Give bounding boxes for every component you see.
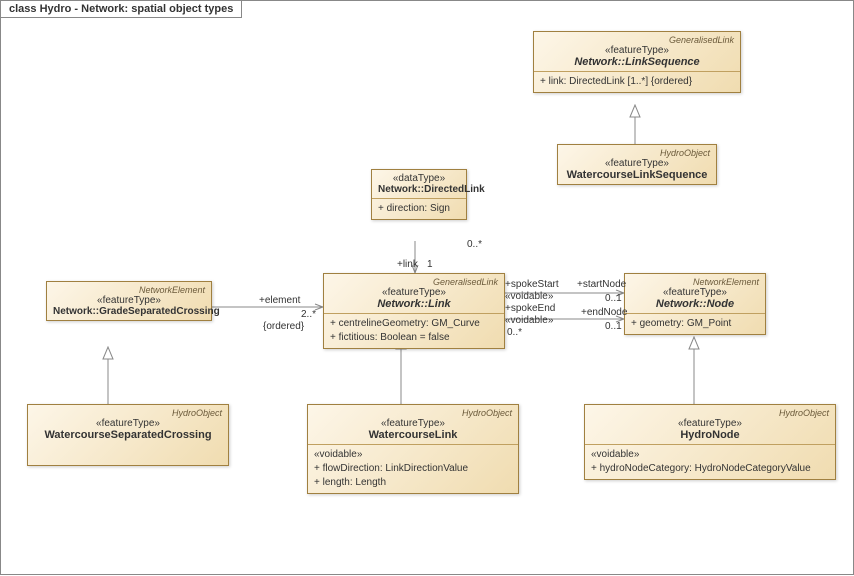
frame-title: class Hydro - Network: spatial object ty… bbox=[1, 1, 242, 18]
role-start-node: +startNode bbox=[577, 279, 626, 290]
name: WatercourseLinkSequence bbox=[564, 169, 710, 181]
role-spoke-start: +spokeStart bbox=[505, 279, 559, 290]
stereo: «dataType» bbox=[378, 173, 460, 184]
tag: NetworkElement bbox=[53, 285, 205, 295]
tag: HydroObject bbox=[314, 408, 512, 418]
class-watercourse-link: HydroObject«featureType»WatercourseLink … bbox=[307, 404, 519, 494]
mult-end: 0..1 bbox=[605, 321, 622, 332]
mult-element: 2..* bbox=[301, 309, 316, 320]
role-link: +link bbox=[397, 259, 418, 270]
class-hydro-node: HydroObject«featureType»HydroNode «voida… bbox=[584, 404, 836, 480]
class-watercourse-link-sequence: HydroObject«featureType»WatercourseLinkS… bbox=[557, 144, 717, 185]
voidable-2: «voidable» bbox=[505, 315, 553, 326]
voidable-1: «voidable» bbox=[505, 291, 553, 302]
tag: HydroObject bbox=[564, 148, 710, 158]
class-network-link: GeneralisedLink«featureType»Network::Lin… bbox=[323, 273, 505, 349]
attr: + direction: Sign bbox=[372, 199, 466, 219]
stereo: «featureType» bbox=[330, 287, 498, 298]
attr: + geometry: GM_Point bbox=[625, 314, 765, 334]
stereo: «featureType» bbox=[540, 45, 734, 56]
class-watercourse-separated-crossing: HydroObject«featureType»WatercourseSepar… bbox=[27, 404, 229, 466]
name: Network::Link bbox=[330, 298, 498, 310]
mult-link-0: 0..* bbox=[467, 239, 482, 250]
constraint-ordered: {ordered} bbox=[263, 321, 304, 332]
class-link-sequence: GeneralisedLink«featureType»Network::Lin… bbox=[533, 31, 741, 93]
tag: NetworkElement bbox=[631, 277, 759, 287]
tag: GeneralisedLink bbox=[540, 35, 734, 45]
role-element: +element bbox=[259, 295, 300, 306]
diagram-canvas: class Hydro - Network: spatial object ty… bbox=[0, 0, 854, 575]
attrs: «voidable»+ flowDirection: LinkDirection… bbox=[308, 445, 518, 493]
name: Network::GradeSeparatedCrossing bbox=[53, 306, 205, 317]
name: HydroNode bbox=[591, 429, 829, 441]
class-grade-separated-crossing: NetworkElement«featureType»Network::Grad… bbox=[46, 281, 212, 321]
name: Network::DirectedLink bbox=[378, 184, 460, 195]
stereo: «featureType» bbox=[34, 418, 222, 429]
role-spoke-end: +spokeEnd bbox=[505, 303, 555, 314]
stereo: «featureType» bbox=[314, 418, 512, 429]
role-end-node: +endNode bbox=[581, 307, 627, 318]
mult-link-1: 1 bbox=[427, 259, 433, 270]
class-network-node: NetworkElement«featureType»Network::Node… bbox=[624, 273, 766, 335]
stereo: «featureType» bbox=[564, 158, 710, 169]
attrs: «voidable»+ hydroNodeCategory: HydroNode… bbox=[585, 445, 835, 479]
tag: HydroObject bbox=[34, 408, 222, 418]
tag: HydroObject bbox=[591, 408, 829, 418]
name: WatercourseSeparatedCrossing bbox=[34, 429, 222, 441]
stereo: «featureType» bbox=[53, 295, 205, 306]
attr: + link: DirectedLink [1..*] {ordered} bbox=[534, 72, 740, 92]
stereo: «featureType» bbox=[631, 287, 759, 298]
mult-start: 0..1 bbox=[605, 293, 622, 304]
tag: GeneralisedLink bbox=[330, 277, 498, 287]
name: Network::LinkSequence bbox=[540, 56, 734, 68]
stereo: «featureType» bbox=[591, 418, 829, 429]
name: WatercourseLink bbox=[314, 429, 512, 441]
name: Network::Node bbox=[631, 298, 759, 310]
class-directed-link: «dataType»Network::DirectedLink + direct… bbox=[371, 169, 467, 220]
mult-spoke: 0..* bbox=[507, 327, 522, 338]
attrs: + centrelineGeometry: GM_Curve+ fictitio… bbox=[324, 314, 504, 348]
